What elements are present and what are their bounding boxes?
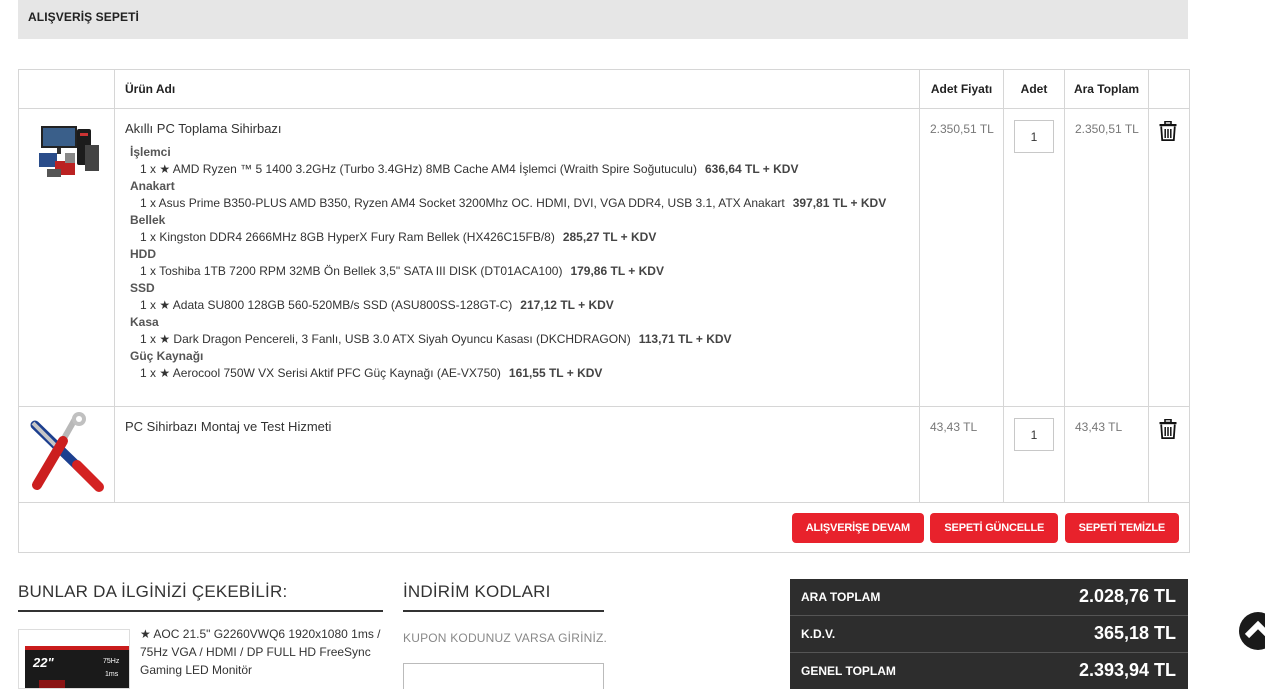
spec-item: 1 x ★ Adata SU800 128GB 560-520MB/s SSD … — [130, 297, 909, 314]
spec-item-price: 397,81 TL + KDV — [792, 196, 887, 210]
spec-item: 1 x ★ Aerocool 750W VX Serisi Aktif PFC … — [130, 365, 909, 382]
tools-image[interactable] — [19, 407, 115, 497]
spec-item-text[interactable]: 1 x ★ Adata SU800 128GB 560-520MB/s SSD … — [140, 298, 512, 312]
product-name[interactable]: Akıllı PC Toplama Sihirbazı — [125, 121, 909, 136]
header-image-col — [18, 69, 115, 109]
product-name[interactable]: PC Sihirbazı Montaj ve Test Hizmeti — [125, 419, 909, 434]
cart-table-header-row: Ürün Adı Adet Fiyatı Adet Ara Toplam — [18, 69, 1190, 109]
spec-category: İşlemci — [130, 145, 171, 159]
spec-item-price: 636,64 TL + KDV — [704, 162, 799, 176]
spec-item-text[interactable]: 1 x ★ AMD Ryzen ™ 5 1400 3.2GHz (Turbo 3… — [140, 162, 697, 176]
cart-actions-row: ALIŞVERİŞE DEVAM SEPETİ GÜNCELLE SEPETİ … — [18, 502, 1190, 553]
spec-item-text[interactable]: 1 x ★ Aerocool 750W VX Serisi Aktif PFC … — [140, 366, 501, 380]
header-subtotal: Ara Toplam — [1064, 69, 1149, 109]
spec-item: 1 x Toshiba 1TB 7200 RPM 32MB Ön Bellek … — [130, 263, 909, 280]
table-row: PC Sihirbazı Montaj ve Test Hizmeti 43,4… — [18, 406, 1190, 503]
quantity-input[interactable] — [1014, 120, 1054, 153]
quantity-input[interactable] — [1014, 418, 1054, 451]
cart-table: Ürün Adı Adet Fiyatı Adet Ara Toplam Akı… — [18, 69, 1190, 553]
spec-list: İşlemci 1 x ★ AMD Ryzen ™ 5 1400 3.2GHz … — [125, 144, 909, 382]
header-unit-price: Adet Fiyatı — [919, 69, 1004, 109]
coupon-input[interactable] — [403, 663, 604, 689]
delete-cell — [1148, 406, 1190, 503]
cart-actions-cell: ALIŞVERİŞE DEVAM SEPETİ GÜNCELLE SEPETİ … — [18, 502, 1190, 553]
tax-label: K.D.V. — [801, 627, 836, 641]
cart-header: ALIŞVERİŞ SEPETİ — [18, 0, 1188, 39]
spec-item-price: 179,86 TL + KDV — [570, 264, 664, 278]
spec-category: Kasa — [130, 315, 159, 329]
qty-cell — [1003, 406, 1065, 503]
scroll-to-top-button[interactable] — [1239, 612, 1265, 650]
spec-category: Güç Kaynağı — [130, 349, 204, 363]
monitor-badge-hz: 75Hz — [103, 658, 120, 665]
qty-cell — [1003, 108, 1065, 407]
spec-item-price: 161,55 TL + KDV — [508, 366, 603, 380]
trash-icon[interactable] — [1159, 120, 1177, 142]
monitor-badge-size: 22" — [32, 655, 54, 670]
continue-shopping-button[interactable]: ALIŞVERİŞE DEVAM — [791, 513, 924, 543]
unit-price-cell: 2.350,51 TL — [919, 108, 1004, 407]
clear-cart-button[interactable]: SEPETİ TEMİZLE — [1064, 513, 1179, 543]
product-image-cell — [18, 406, 115, 503]
spec-item: 1 x ★ AMD Ryzen ™ 5 1400 3.2GHz (Turbo 3… — [130, 161, 909, 178]
coupon-underline — [403, 610, 604, 612]
update-cart-button[interactable]: SEPETİ GÜNCELLE — [930, 513, 1059, 543]
subtotal-value: 2.028,76 TL — [1078, 586, 1176, 606]
spec-item-price: 217,12 TL + KDV — [520, 298, 614, 312]
grand-total-value: 2.393,94 TL — [1078, 660, 1176, 680]
subtotal-cell: 43,43 TL — [1064, 406, 1149, 503]
subtotal-cell: 2.350,51 TL — [1064, 108, 1149, 407]
spec-item-price: 113,71 TL + KDV — [638, 332, 732, 346]
spec-category: Bellek — [130, 213, 166, 227]
product-name-cell: Akıllı PC Toplama Sihirbazı İşlemci 1 x … — [114, 108, 920, 407]
totals-tax-row: K.D.V. 365,18 TL — [790, 616, 1188, 653]
spec-category: SSD — [130, 281, 155, 295]
page-title: ALIŞVERİŞ SEPETİ — [28, 10, 139, 24]
totals-grand-row: GENEL TOPLAM 2.393,94 TL — [790, 653, 1188, 689]
spec-item-text[interactable]: 1 x Asus Prime B350-PLUS AMD B350, Ryzen… — [140, 196, 785, 210]
subtotal-label: ARA TOPLAM — [801, 590, 881, 604]
totals-subtotal-row: ARA TOPLAM 2.028,76 TL — [790, 579, 1188, 616]
unit-price-cell: 43,43 TL — [919, 406, 1004, 503]
spec-item: 1 x Asus Prime B350-PLUS AMD B350, Ryzen… — [130, 195, 909, 212]
header-delete-col — [1148, 69, 1190, 109]
coupon-label: KUPON KODUNUZ VARSA GİRİNİZ. — [403, 631, 608, 645]
header-qty: Adet — [1003, 69, 1065, 109]
product-name-cell: PC Sihirbazı Montaj ve Test Hizmeti — [114, 406, 920, 503]
delete-cell — [1148, 108, 1190, 407]
recommend-title: BUNLAR DA İLGİNİZİ ÇEKEBİLİR: — [18, 582, 288, 601]
monitor-badge-ms: 1ms — [105, 671, 119, 678]
product-image-cell — [18, 108, 115, 407]
trash-icon[interactable] — [1159, 418, 1177, 440]
chevron-up-icon — [1244, 620, 1265, 639]
header-product-name: Ürün Adı — [114, 69, 920, 109]
spec-item-text[interactable]: 1 x ★ Dark Dragon Pencereli, 3 Fanlı, US… — [140, 332, 631, 346]
spec-category: Anakart — [130, 179, 175, 193]
spec-item: 1 x ★ Dark Dragon Pencereli, 3 Fanlı, US… — [130, 331, 909, 348]
spec-item: 1 x Kingston DDR4 2666MHz 8GB HyperX Fur… — [130, 229, 909, 246]
coupon-title: İNDİRİM KODLARI — [403, 582, 551, 601]
spec-category: HDD — [130, 247, 156, 261]
spec-item-price: 285,27 TL + KDV — [562, 230, 657, 244]
pc-bundle-image[interactable] — [19, 109, 115, 199]
recommend-underline — [18, 610, 383, 612]
monitor-image: 22" 75Hz 1ms — [25, 646, 129, 688]
spec-item-text[interactable]: 1 x Toshiba 1TB 7200 RPM 32MB Ön Bellek … — [140, 264, 562, 278]
tax-value: 365,18 TL — [1093, 623, 1176, 643]
recommend-product-image[interactable]: 22" 75Hz 1ms — [18, 629, 130, 689]
table-row: Akıllı PC Toplama Sihirbazı İşlemci 1 x … — [18, 108, 1190, 407]
totals-panel: ARA TOPLAM 2.028,76 TL K.D.V. 365,18 TL … — [790, 579, 1188, 689]
grand-total-label: GENEL TOPLAM — [801, 664, 896, 678]
recommend-product-name[interactable]: ★ AOC 21.5" G2260VWQ6 1920x1080 1ms / 75… — [140, 625, 390, 679]
spec-item-text[interactable]: 1 x Kingston DDR4 2666MHz 8GB HyperX Fur… — [140, 230, 555, 244]
